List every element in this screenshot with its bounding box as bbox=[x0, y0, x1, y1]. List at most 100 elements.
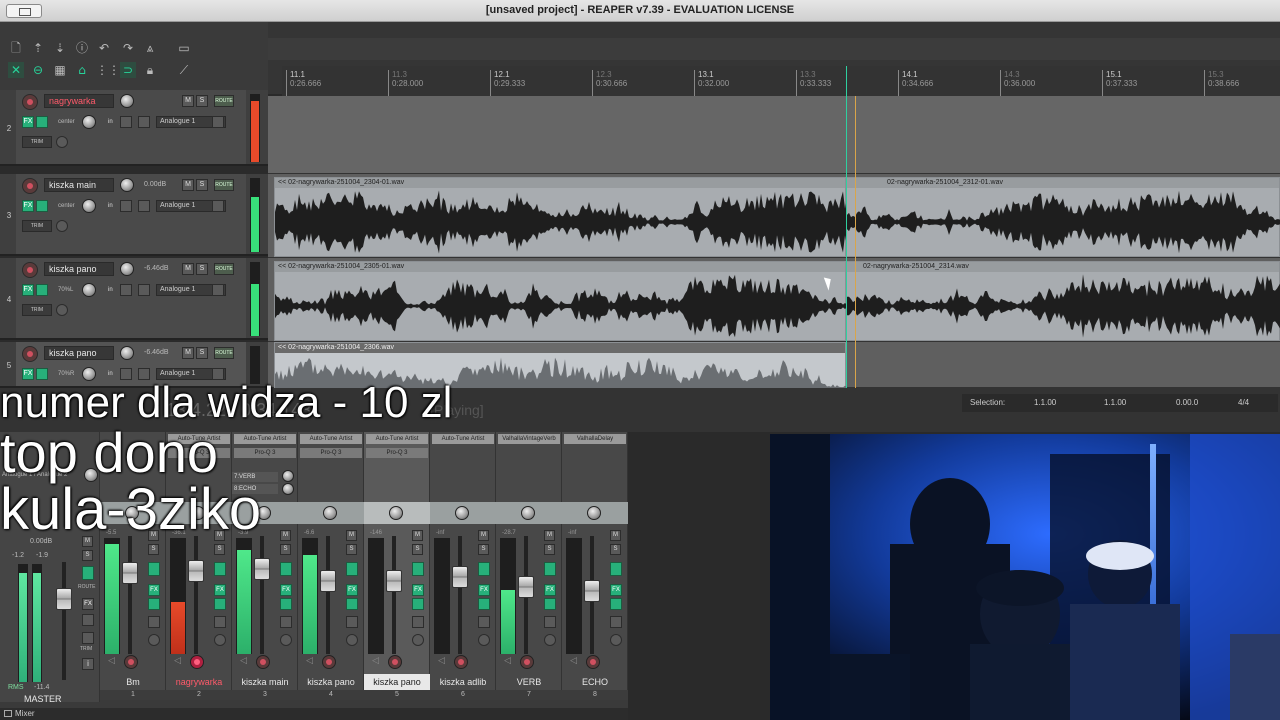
strip-name[interactable]: VERB bbox=[496, 674, 562, 690]
fx-button[interactable]: FX bbox=[346, 584, 358, 596]
new-project-icon[interactable]: 🗋 bbox=[8, 40, 24, 56]
send-volume-knob[interactable] bbox=[282, 470, 294, 482]
route-button[interactable]: ROUTE bbox=[214, 263, 234, 275]
trim-button[interactable]: TRIM bbox=[22, 136, 52, 148]
project-settings-icon[interactable]: ⓘ bbox=[74, 40, 90, 56]
fx-bypass-icon[interactable] bbox=[36, 200, 48, 212]
phase-icon[interactable] bbox=[56, 136, 68, 148]
lock-icon[interactable]: 🔒︎ bbox=[142, 62, 158, 78]
ripple-edit-icon[interactable]: ✕ bbox=[8, 62, 24, 78]
fx-button[interactable]: FX bbox=[478, 584, 490, 596]
solo-button[interactable]: S bbox=[196, 179, 208, 191]
fx-button[interactable]: FX bbox=[22, 200, 34, 212]
speaker-icon[interactable]: ◁ bbox=[240, 656, 247, 666]
fx-button[interactable]: FX bbox=[280, 584, 292, 596]
volume-fader[interactable] bbox=[452, 566, 468, 588]
track-name[interactable]: kiszka pano bbox=[44, 346, 114, 360]
fx-bypass-icon[interactable] bbox=[346, 598, 358, 610]
record-arm-button[interactable] bbox=[22, 262, 38, 278]
trim-icon[interactable] bbox=[412, 634, 424, 646]
envelope-button[interactable] bbox=[280, 562, 292, 576]
volume-fader[interactable] bbox=[188, 560, 204, 582]
record-arm-button[interactable] bbox=[520, 655, 534, 669]
track-lane[interactable]: << 02-nagrywarka-251004_2304-01.wav 02-n… bbox=[268, 174, 1280, 258]
master-route-button[interactable]: ROUTE bbox=[78, 584, 96, 590]
solo-button[interactable]: S bbox=[196, 347, 208, 359]
chevron-down-icon[interactable] bbox=[212, 284, 224, 296]
fx-button[interactable]: FX bbox=[22, 116, 34, 128]
fx-bypass-icon[interactable] bbox=[280, 598, 292, 610]
trim-icon[interactable] bbox=[544, 634, 556, 646]
record-arm-button[interactable] bbox=[22, 94, 38, 110]
track-name[interactable]: kiszka pano bbox=[44, 262, 114, 276]
ruler-mark[interactable]: 11.3 0:28.000 bbox=[388, 70, 423, 96]
track-name[interactable]: kiszka main bbox=[44, 178, 114, 192]
track-name[interactable]: nagrywarka bbox=[44, 94, 114, 108]
pan-knob[interactable] bbox=[389, 506, 403, 520]
mute-button[interactable]: M bbox=[346, 530, 357, 541]
speaker-icon[interactable]: ◁ bbox=[108, 656, 115, 666]
metronome-icon[interactable]: ⩓ bbox=[142, 40, 158, 56]
ruler-mark[interactable]: 12.1 0:29.333 bbox=[490, 70, 525, 96]
pan-knob[interactable] bbox=[323, 506, 337, 520]
send-volume-knob[interactable] bbox=[282, 483, 294, 495]
master-solo-button[interactable]: S bbox=[82, 550, 93, 561]
input-monitor-icon[interactable] bbox=[138, 200, 150, 212]
fx-slot[interactable]: Pro-Q 3 bbox=[366, 448, 428, 458]
pan-knob[interactable] bbox=[82, 199, 96, 213]
pan-knob[interactable] bbox=[587, 506, 601, 520]
ruler-mark[interactable]: 14.1 0:34.666 bbox=[898, 70, 933, 96]
volume-fader[interactable] bbox=[320, 570, 336, 592]
ruler-mark[interactable]: 15.1 0:37.333 bbox=[1102, 70, 1137, 96]
fx-button[interactable]: FX bbox=[214, 584, 226, 596]
trim-behind-icon[interactable]: ⟋ bbox=[176, 62, 192, 78]
speaker-icon[interactable]: ◁ bbox=[438, 656, 445, 666]
phase-icon[interactable] bbox=[412, 616, 424, 628]
fx-bypass-icon[interactable] bbox=[214, 598, 226, 610]
solo-button[interactable]: S bbox=[280, 544, 291, 555]
chevron-down-icon[interactable] bbox=[212, 116, 224, 128]
volume-fader[interactable] bbox=[254, 558, 270, 580]
fx-button[interactable]: FX bbox=[22, 284, 34, 296]
mixer-strip[interactable]: Auto-Tune Artist Pro-Q 3 -6.6 M S FX ◁ kiszka p… bbox=[298, 432, 364, 700]
solo-button[interactable]: S bbox=[346, 544, 357, 555]
ruler-mark[interactable]: 14.3 0:36.000 bbox=[1000, 70, 1035, 96]
envelope-button[interactable] bbox=[610, 562, 622, 576]
fx-button[interactable]: FX bbox=[610, 584, 622, 596]
speaker-icon[interactable]: ◁ bbox=[504, 656, 511, 666]
solo-button[interactable]: S bbox=[610, 544, 621, 555]
redo-icon[interactable]: ↷ bbox=[120, 40, 136, 56]
ruler-mark[interactable]: 15.3 0:38.666 bbox=[1204, 70, 1239, 96]
selection-start[interactable]: 1.1.00 bbox=[1034, 394, 1056, 412]
track-control-panel[interactable]: 4 kiszka pano -6.46dB M S ROUTE FX 70%L in Analog… bbox=[0, 258, 268, 340]
solo-button[interactable]: S bbox=[544, 544, 555, 555]
pan-knob[interactable] bbox=[82, 115, 96, 129]
record-arm-button[interactable] bbox=[256, 655, 270, 669]
volume-knob[interactable] bbox=[120, 178, 134, 192]
record-arm-button[interactable] bbox=[454, 655, 468, 669]
mixer-strip[interactable]: Auto-Tune Artist Pro-Q 3 -146 M S FX ◁ kiszka p… bbox=[364, 432, 430, 700]
solo-button[interactable]: S bbox=[148, 544, 159, 555]
volume-knob[interactable] bbox=[120, 346, 134, 360]
fx-bypass-icon[interactable] bbox=[148, 598, 160, 610]
envelope-button[interactable] bbox=[478, 562, 490, 576]
phase-icon[interactable] bbox=[56, 220, 68, 232]
fx-button[interactable]: FX bbox=[412, 584, 424, 596]
grid-icon[interactable]: ▦ bbox=[52, 62, 68, 78]
phase-icon[interactable] bbox=[544, 616, 556, 628]
media-item[interactable]: << 02-nagrywarka-251004_2304-01.wav bbox=[274, 177, 847, 257]
input-monitor-icon[interactable] bbox=[138, 284, 150, 296]
playhead[interactable] bbox=[846, 66, 847, 388]
trim-button[interactable]: TRIM bbox=[22, 220, 52, 232]
input-monitor-icon[interactable] bbox=[138, 116, 150, 128]
strip-name[interactable]: kiszka pano bbox=[298, 674, 364, 690]
volume-fader[interactable] bbox=[584, 580, 600, 602]
mute-button[interactable]: M bbox=[412, 530, 423, 541]
record-arm-button[interactable] bbox=[124, 655, 138, 669]
record-arm-button[interactable] bbox=[586, 655, 600, 669]
volume-knob[interactable] bbox=[120, 94, 134, 108]
media-item[interactable]: << 02-nagrywarka-251004_2305-01.wav bbox=[274, 261, 847, 341]
timeline-ruler[interactable]: 11.1 0:26.666 11.3 0:28.000 12.1 0:29.333 12.3… bbox=[282, 66, 1280, 96]
volume-fader[interactable] bbox=[386, 570, 402, 592]
volume-fader[interactable] bbox=[518, 576, 534, 598]
